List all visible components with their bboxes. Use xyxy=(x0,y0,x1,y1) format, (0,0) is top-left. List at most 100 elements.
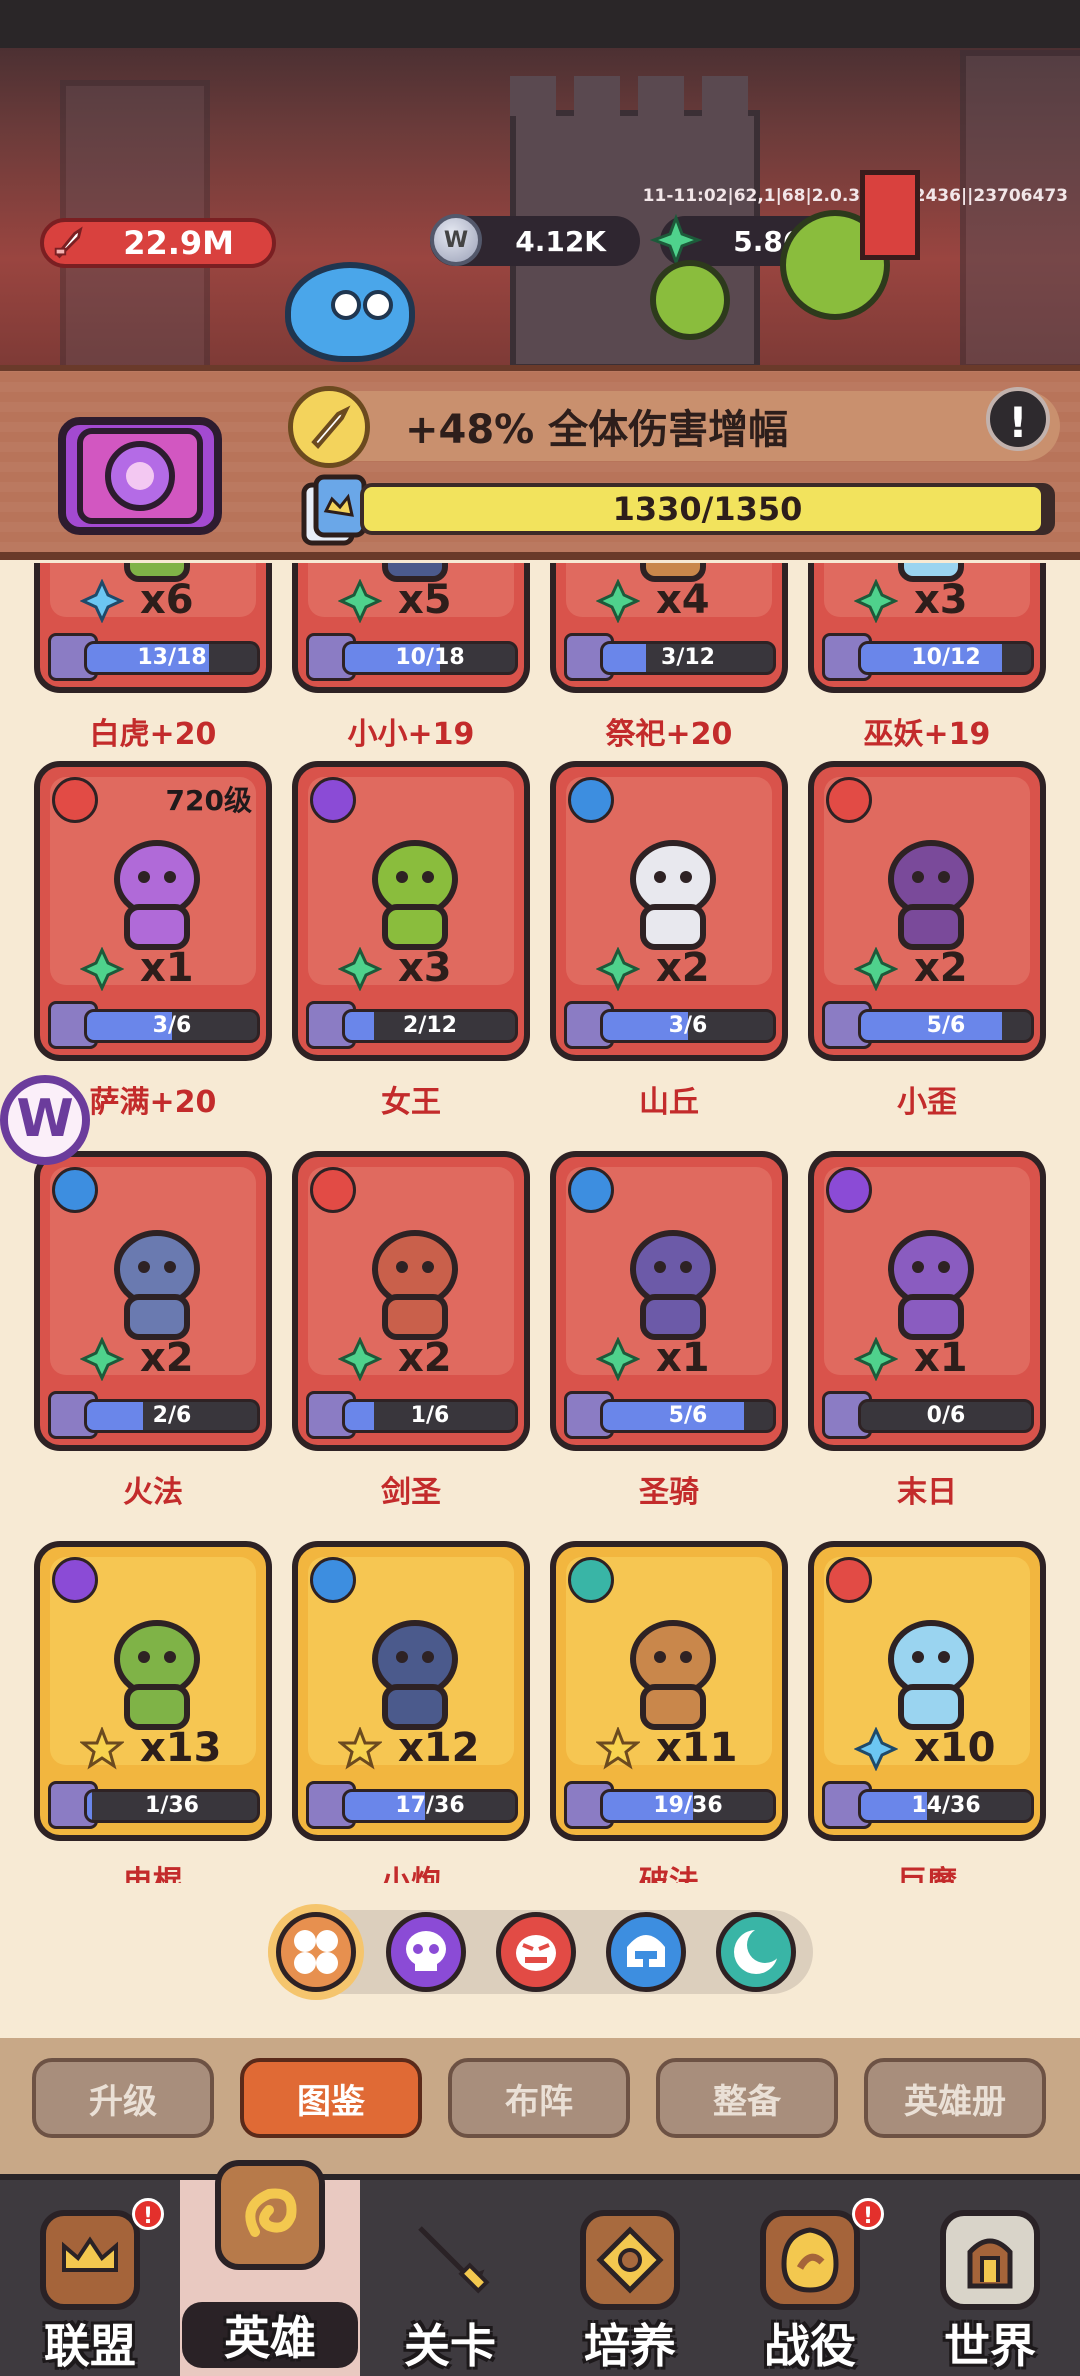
hero-card[interactable]: x2 2/6 xyxy=(34,1151,272,1451)
blue-gem-icon xyxy=(854,1727,898,1771)
fragment-progress-text: 1/36 xyxy=(145,1793,199,1818)
hero-card[interactable]: 720级 x1 3/6 xyxy=(34,761,272,1061)
nav-world[interactable]: 世界 xyxy=(900,2180,1080,2376)
hero-card[interactable]: x10 14/36 xyxy=(808,1541,1046,1841)
green-gem-icon xyxy=(854,947,898,991)
hero-portrait-icon xyxy=(888,1620,974,1730)
hero-name: 末日 xyxy=(897,1475,957,1510)
hero-card[interactable]: x2 3/6 xyxy=(550,761,788,1061)
blue-faction-badge-icon xyxy=(52,1167,98,1213)
damage-bonus-text: +48% 全体伤害增幅 xyxy=(405,407,789,453)
tab-hero-book[interactable]: 英雄册 xyxy=(864,2058,1046,2138)
hero-name: 祭祀+20 xyxy=(605,717,733,752)
hero-portrait-icon xyxy=(114,1620,200,1730)
hero-copy-count: x2 xyxy=(398,1335,452,1381)
fragment-progress-text: 10/18 xyxy=(395,645,465,670)
hero-card[interactable]: x4 3/12 xyxy=(550,563,788,693)
blue-faction-badge-icon xyxy=(310,1557,356,1603)
power-display[interactable]: 22.9M xyxy=(40,218,276,268)
fragment-progress-text: 5/6 xyxy=(926,1013,966,1038)
campaign-icon xyxy=(760,2210,860,2310)
power-value: 22.9M xyxy=(123,224,234,262)
floating-w-button[interactable]: W xyxy=(0,1075,90,1165)
hero-card[interactable]: x1 0/6 xyxy=(808,1151,1046,1451)
hero-copy-count: x2 xyxy=(656,945,710,991)
hero-card[interactable]: x2 1/6 xyxy=(292,1151,530,1451)
fragment-progress-text: 14/36 xyxy=(911,1793,981,1818)
green-gem-icon xyxy=(596,579,640,623)
hero-card[interactable]: x2 5/6 xyxy=(808,761,1046,1061)
hero-portrait-icon xyxy=(630,1620,716,1730)
castle-tower-right xyxy=(960,50,1080,370)
nav-alliance[interactable]: ! 联盟 xyxy=(0,2180,180,2376)
status-bar xyxy=(0,0,1080,48)
hero-card[interactable]: x13 1/36 xyxy=(34,1541,272,1841)
hero-copy-count: x2 xyxy=(140,1335,194,1381)
tab-upgrade[interactable]: 升级 xyxy=(32,2058,214,2138)
fragment-progress-bar: 3/12 xyxy=(600,641,776,675)
fragment-progress-bar: 14/36 xyxy=(858,1789,1034,1823)
nav-world-label: 世界 xyxy=(944,2319,1036,2373)
hero-card[interactable]: x3 2/12 xyxy=(292,761,530,1061)
hero-card[interactable]: x12 17/36 xyxy=(292,1541,530,1841)
fragment-progress-text: 17/36 xyxy=(395,1793,465,1818)
tab-formation[interactable]: 布阵 xyxy=(448,2058,630,2138)
hero-card[interactable]: x5 10/18 xyxy=(292,563,530,693)
helmet-faction-icon[interactable] xyxy=(606,1912,686,1992)
skull-faction-icon[interactable] xyxy=(386,1912,466,1992)
hero-collection-grid: x6 13/18 白虎+20 x5 10/18 小小+19 x4 3/12 祭祀+20 x3… xyxy=(0,563,1080,1883)
nav-campaign[interactable]: ! 战役 xyxy=(720,2180,900,2376)
goblin-army xyxy=(580,170,940,360)
fragment-progress-bar: 10/12 xyxy=(858,641,1034,675)
rune-icon xyxy=(580,2210,680,2310)
green-gem-icon xyxy=(854,1337,898,1381)
crown-shield-icon xyxy=(40,2210,140,2310)
hero-scroll-icon xyxy=(215,2160,325,2270)
hero-portrait-icon xyxy=(630,1230,716,1340)
hero-card[interactable]: x6 13/18 xyxy=(34,563,272,693)
fragment-progress-bar: 1/6 xyxy=(342,1399,518,1433)
fragment-progress-text: 1/6 xyxy=(410,1403,450,1428)
blue-slime-character xyxy=(285,262,415,362)
hero-book-icon[interactable] xyxy=(50,401,230,541)
fragment-progress-text: 10/12 xyxy=(911,645,981,670)
info-alert-button[interactable]: ! xyxy=(986,387,1050,451)
hero-card[interactable]: x1 5/6 xyxy=(550,1151,788,1451)
hero-card[interactable]: x11 19/36 xyxy=(550,1541,788,1841)
hero-portrait-icon xyxy=(114,840,200,950)
moon-faction-icon[interactable] xyxy=(716,1912,796,1992)
all-filter-icon[interactable] xyxy=(276,1912,356,1992)
hero-copy-count: x13 xyxy=(140,1725,222,1771)
hero-name: 巫妖+19 xyxy=(863,717,991,752)
fragment-progress-text: 0/6 xyxy=(926,1403,966,1428)
hero-name: 小小+19 xyxy=(347,717,475,752)
blue-faction-badge-icon xyxy=(568,777,614,823)
nav-hero[interactable]: 英雄 xyxy=(180,2160,360,2376)
teal-faction-badge-icon xyxy=(568,1557,614,1603)
nav-stage[interactable]: 关卡 xyxy=(360,2180,540,2376)
nav-campaign-label: 战役 xyxy=(764,2319,856,2373)
fragment-progress-text: 3/6 xyxy=(668,1013,708,1038)
collection-progress-bar: 1330/1350 xyxy=(360,483,1055,535)
nav-alliance-label: 联盟 xyxy=(44,2319,136,2373)
fragment-progress-text: 3/12 xyxy=(661,645,715,670)
hero-portrait-icon xyxy=(372,840,458,950)
faction-filter-row xyxy=(268,1910,813,1994)
demon-faction-icon[interactable] xyxy=(496,1912,576,1992)
nav-stage-label: 关卡 xyxy=(404,2319,496,2373)
hero-copy-count: x4 xyxy=(656,577,710,623)
silver-coin-icon: W xyxy=(430,214,482,266)
purple-faction-badge-icon xyxy=(52,1557,98,1603)
nav-cultivate[interactable]: 培养 xyxy=(540,2180,720,2376)
hero-portrait-icon xyxy=(372,1230,458,1340)
tab-codex[interactable]: 图鉴 xyxy=(240,2058,422,2138)
hero-portrait-icon xyxy=(372,1620,458,1730)
tab-equip[interactable]: 整备 xyxy=(656,2058,838,2138)
hero-name: 破法 xyxy=(639,1865,699,1883)
alliance-badge: ! xyxy=(132,2198,164,2230)
fragment-progress-text: 2/12 xyxy=(403,1013,457,1038)
green-gem-icon xyxy=(596,947,640,991)
fragment-progress-bar: 17/36 xyxy=(342,1789,518,1823)
star-icon xyxy=(338,1727,382,1770)
hero-card[interactable]: x3 10/12 xyxy=(808,563,1046,693)
